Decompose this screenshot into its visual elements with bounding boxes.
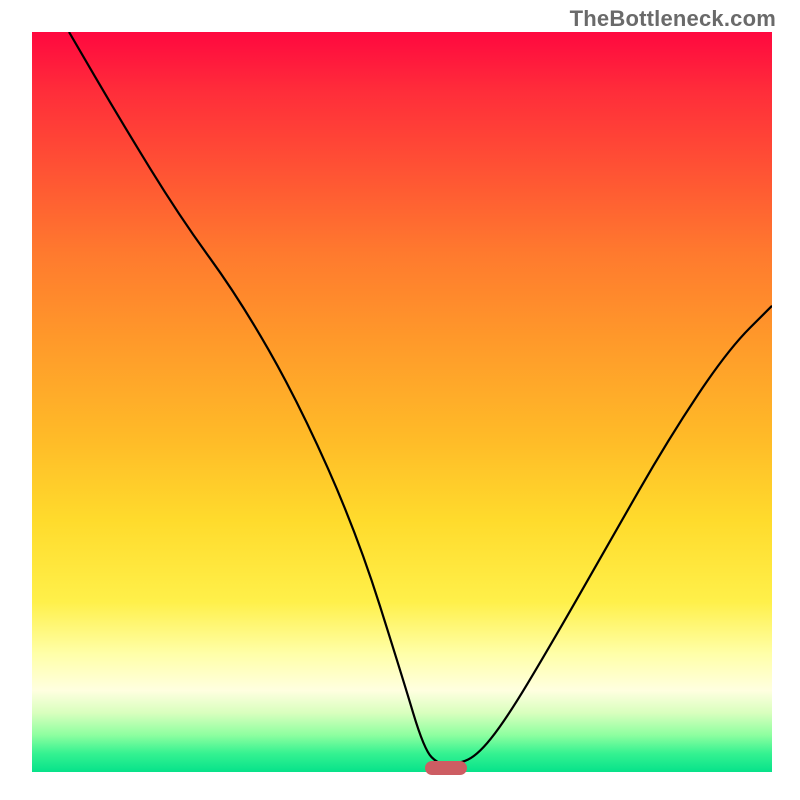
optimal-marker (425, 761, 467, 775)
watermark-text: TheBottleneck.com (570, 6, 776, 32)
plot-gradient-background (32, 32, 772, 772)
bottleneck-chart: TheBottleneck.com (0, 0, 800, 800)
